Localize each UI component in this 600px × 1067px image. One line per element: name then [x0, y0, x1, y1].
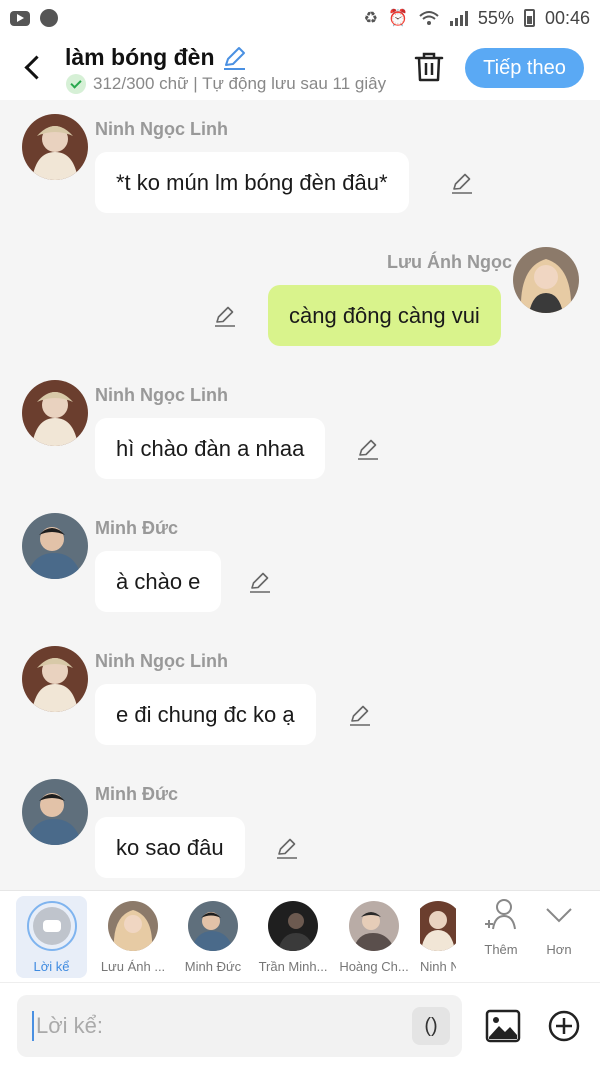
edit-title-pencil-icon[interactable]	[221, 45, 247, 71]
youtube-icon	[10, 10, 30, 26]
status-right: ♻ ⏰ 55% 00:46	[364, 8, 590, 29]
character-avatar	[349, 901, 399, 951]
status-bar: ♻ ⏰ 55% 00:46	[0, 0, 600, 36]
edit-pencil-icon[interactable]	[213, 304, 237, 328]
character-item[interactable]: Minh Đức	[178, 896, 248, 976]
edit-pencil-icon[interactable]	[348, 703, 372, 727]
character-avatar	[268, 901, 318, 951]
sender-name: Ninh Ngọc Linh	[95, 385, 228, 405]
narrator-ring	[26, 901, 77, 951]
message-bubble[interactable]: e đi chung đc ko ạ	[95, 684, 316, 745]
avatar[interactable]	[22, 114, 88, 180]
header: làm bóng đèn 312/300 chữ | Tự động lưu s…	[0, 36, 600, 100]
character-name: Trần Minh...	[258, 959, 328, 974]
character-avatar	[108, 901, 158, 951]
message-bubble[interactable]: à chào e	[95, 551, 222, 612]
clock: 00:46	[544, 7, 590, 28]
title-row: làm bóng đèn	[65, 44, 247, 71]
status-left	[10, 9, 58, 27]
character-name: Ninh N	[420, 959, 456, 974]
battery-icon	[523, 9, 535, 27]
more-label: Hơn	[546, 942, 572, 957]
character-name: Lưu Ánh ...	[100, 959, 166, 974]
edit-pencil-icon[interactable]	[356, 437, 380, 461]
add-person-icon	[485, 899, 516, 930]
chat-area[interactable]: Ninh Ngọc Linh *t ko mún lm bóng đèn đâu…	[0, 100, 600, 890]
autosave-status: 312/300 chữ | Tự động lưu sau 11 giây	[93, 74, 387, 93]
story-title[interactable]: làm bóng đèn	[65, 44, 215, 71]
next-button[interactable]: Tiếp theo	[465, 48, 584, 88]
wifi-icon	[419, 11, 439, 25]
message-bubble[interactable]: hì chào đàn a nhaa	[95, 418, 326, 479]
edit-pencil-icon[interactable]	[248, 570, 272, 594]
character-item[interactable]: Hoàng Ch...	[339, 896, 409, 976]
add-character-button[interactable]: Thêm	[474, 896, 528, 976]
avatar[interactable]	[22, 513, 88, 579]
check-icon	[66, 74, 86, 94]
message-bubble[interactable]: càng đông càng vui	[268, 285, 501, 346]
character-strip[interactable]: Lời kể Lưu Ánh ... Minh Đức Trần Minh...…	[0, 890, 600, 982]
more-button[interactable]: Hơn	[532, 896, 586, 976]
character-avatar	[188, 901, 238, 951]
character-item[interactable]: Lưu Ánh ...	[98, 896, 168, 976]
signal-icon	[449, 10, 468, 26]
character-item[interactable]: Ninh N	[420, 896, 456, 976]
add-plus-icon[interactable]	[548, 1010, 580, 1042]
edit-pencil-icon[interactable]	[450, 171, 474, 195]
narrator-label: Lời kể	[33, 959, 70, 974]
avatar[interactable]	[513, 247, 579, 313]
edit-pencil-icon[interactable]	[275, 836, 299, 860]
input-area: ()	[0, 982, 600, 1067]
battery-percent: 55%	[477, 7, 514, 28]
trash-icon[interactable]	[413, 50, 445, 84]
autosave-row: 312/300 chữ | Tự động lưu sau 11 giây	[66, 74, 391, 94]
sender-name: Minh Đức	[95, 784, 179, 804]
message-bubble[interactable]: *t ko mún lm bóng đèn đâu*	[95, 152, 409, 213]
recycle-icon: ♻	[363, 10, 378, 27]
message-input-box[interactable]: ()	[17, 995, 462, 1057]
character-name: Hoàng Ch...	[339, 959, 409, 974]
image-icon[interactable]	[485, 1009, 521, 1043]
sender-name: Ninh Ngọc Linh	[95, 651, 228, 671]
message-bubble[interactable]: ko sao đâu	[95, 817, 245, 878]
add-character-label: Thêm	[484, 942, 518, 957]
message-input[interactable]	[36, 1013, 396, 1039]
sender-name: Ninh Ngọc Linh	[95, 119, 228, 139]
character-name: Minh Đức	[184, 959, 242, 974]
sender-name: Minh Đức	[95, 518, 179, 538]
sender-name: Lưu Ánh Ngọc	[387, 252, 513, 272]
avatar[interactable]	[22, 779, 88, 845]
character-item[interactable]: Trần Minh...	[258, 896, 328, 976]
alarm-icon: ⏰	[388, 10, 408, 27]
narrator-bubble-icon	[32, 907, 71, 945]
avatar[interactable]	[22, 646, 88, 712]
back-arrow-icon[interactable]	[18, 52, 48, 82]
avatar[interactable]	[22, 380, 88, 446]
narrator-selector[interactable]: Lời kể	[16, 896, 87, 978]
character-avatar	[420, 901, 456, 951]
action-parentheses-button[interactable]: ()	[412, 1007, 450, 1045]
globe-icon	[40, 9, 58, 27]
text-cursor	[32, 1011, 34, 1041]
chevron-down-icon	[546, 908, 572, 923]
